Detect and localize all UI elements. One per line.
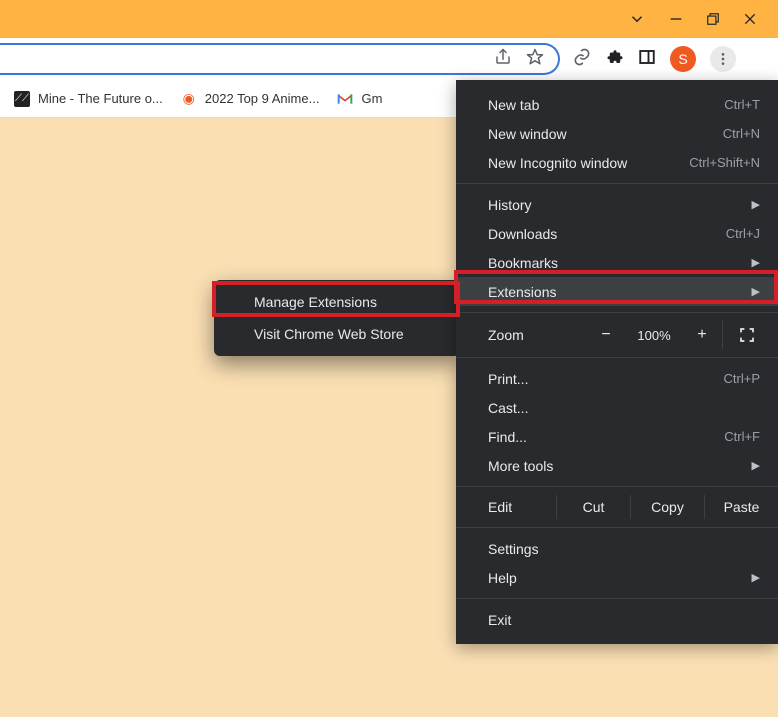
menu-label: Exit	[488, 612, 760, 628]
chrome-main-menu: New tab Ctrl+T New window Ctrl+N New Inc…	[456, 80, 778, 644]
extensions-submenu: Manage Extensions Visit Chrome Web Store	[214, 280, 460, 356]
bookmark-icon: ◉	[181, 91, 197, 107]
chevron-right-icon: ▶	[752, 459, 760, 472]
menu-label: Extensions	[488, 284, 744, 300]
browser-toolbar: S	[0, 38, 778, 80]
menu-shortcut: Ctrl+Shift+N	[689, 155, 760, 170]
sidepanel-icon[interactable]	[638, 48, 656, 71]
tab-dropdown-icon[interactable]	[628, 10, 646, 28]
menu-downloads[interactable]: Downloads Ctrl+J	[456, 219, 778, 248]
bookmark-anime[interactable]: ◉ 2022 Top 9 Anime...	[181, 91, 320, 107]
menu-history[interactable]: History ▶	[456, 190, 778, 219]
menu-label: Help	[488, 570, 744, 586]
chevron-right-icon: ▶	[752, 198, 760, 211]
menu-extensions[interactable]: Extensions ▶	[456, 277, 778, 306]
close-button[interactable]	[742, 11, 758, 27]
zoom-in-button[interactable]: +	[682, 326, 722, 344]
fullscreen-button[interactable]	[722, 321, 770, 349]
menu-shortcut: Ctrl+P	[724, 371, 760, 386]
menu-separator	[456, 527, 778, 528]
zoom-out-button[interactable]: −	[586, 326, 626, 344]
menu-edit-row: Edit Cut Copy Paste	[456, 489, 778, 525]
bookmark-label: Gm	[361, 91, 382, 106]
bookmark-label: Mine - The Future o...	[38, 91, 163, 106]
window-titlebar	[0, 0, 778, 38]
zoom-value: 100%	[626, 328, 682, 343]
menu-label: Settings	[488, 541, 760, 557]
bookmark-mine[interactable]: ⟋⟋ Mine - The Future o...	[14, 91, 163, 107]
menu-separator	[456, 312, 778, 313]
menu-label: Downloads	[488, 226, 726, 242]
menu-separator	[456, 598, 778, 599]
menu-separator	[456, 486, 778, 487]
submenu-label: Manage Extensions	[254, 294, 377, 310]
menu-find[interactable]: Find... Ctrl+F	[456, 422, 778, 451]
menu-bookmarks[interactable]: Bookmarks ▶	[456, 248, 778, 277]
minimize-button[interactable]	[668, 11, 684, 27]
menu-more-tools[interactable]: More tools ▶	[456, 451, 778, 480]
edit-copy-button[interactable]: Copy	[630, 495, 704, 519]
menu-help[interactable]: Help ▶	[456, 563, 778, 592]
bookmark-icon: ⟋⟋	[14, 91, 30, 107]
menu-print[interactable]: Print... Ctrl+P	[456, 364, 778, 393]
menu-zoom-row: Zoom − 100% +	[456, 315, 778, 355]
menu-new-window[interactable]: New window Ctrl+N	[456, 119, 778, 148]
gmail-icon	[337, 91, 353, 107]
menu-label: Find...	[488, 429, 724, 445]
menu-settings[interactable]: Settings	[456, 534, 778, 563]
menu-label: Zoom	[488, 327, 586, 343]
toolbar-actions: S	[572, 46, 746, 72]
menu-separator	[456, 357, 778, 358]
chevron-right-icon: ▶	[752, 285, 760, 298]
menu-label: Cast...	[488, 400, 760, 416]
menu-label: New tab	[488, 97, 724, 113]
link-icon[interactable]	[572, 47, 592, 72]
menu-cast[interactable]: Cast...	[456, 393, 778, 422]
menu-shortcut: Ctrl+T	[724, 97, 760, 112]
menu-shortcut: Ctrl+F	[724, 429, 760, 444]
main-menu-button[interactable]	[710, 46, 736, 72]
bookmark-gmail[interactable]: Gm	[337, 91, 382, 107]
edit-cut-button[interactable]: Cut	[556, 495, 630, 519]
visit-webstore-item[interactable]: Visit Chrome Web Store	[214, 318, 460, 350]
menu-label: Edit	[488, 499, 556, 515]
menu-separator	[456, 183, 778, 184]
manage-extensions-item[interactable]: Manage Extensions	[214, 286, 460, 318]
bookmark-label: 2022 Top 9 Anime...	[205, 91, 320, 106]
star-icon[interactable]	[526, 48, 544, 71]
menu-label: More tools	[488, 458, 744, 474]
menu-label: New Incognito window	[488, 155, 689, 171]
restore-button[interactable]	[706, 12, 720, 26]
chevron-right-icon: ▶	[752, 256, 760, 269]
menu-label: History	[488, 197, 744, 213]
submenu-label: Visit Chrome Web Store	[254, 326, 404, 342]
avatar-letter: S	[678, 51, 687, 67]
chevron-right-icon: ▶	[752, 571, 760, 584]
menu-new-tab[interactable]: New tab Ctrl+T	[456, 90, 778, 119]
menu-label: Print...	[488, 371, 724, 387]
omnibox[interactable]	[0, 43, 560, 75]
menu-new-incognito[interactable]: New Incognito window Ctrl+Shift+N	[456, 148, 778, 177]
menu-label: New window	[488, 126, 723, 142]
extensions-puzzle-icon[interactable]	[606, 48, 624, 71]
share-icon[interactable]	[494, 48, 512, 71]
menu-shortcut: Ctrl+J	[726, 226, 760, 241]
menu-exit[interactable]: Exit	[456, 605, 778, 634]
menu-shortcut: Ctrl+N	[723, 126, 760, 141]
menu-label: Bookmarks	[488, 255, 744, 271]
edit-paste-button[interactable]: Paste	[704, 495, 778, 519]
profile-avatar[interactable]: S	[670, 46, 696, 72]
